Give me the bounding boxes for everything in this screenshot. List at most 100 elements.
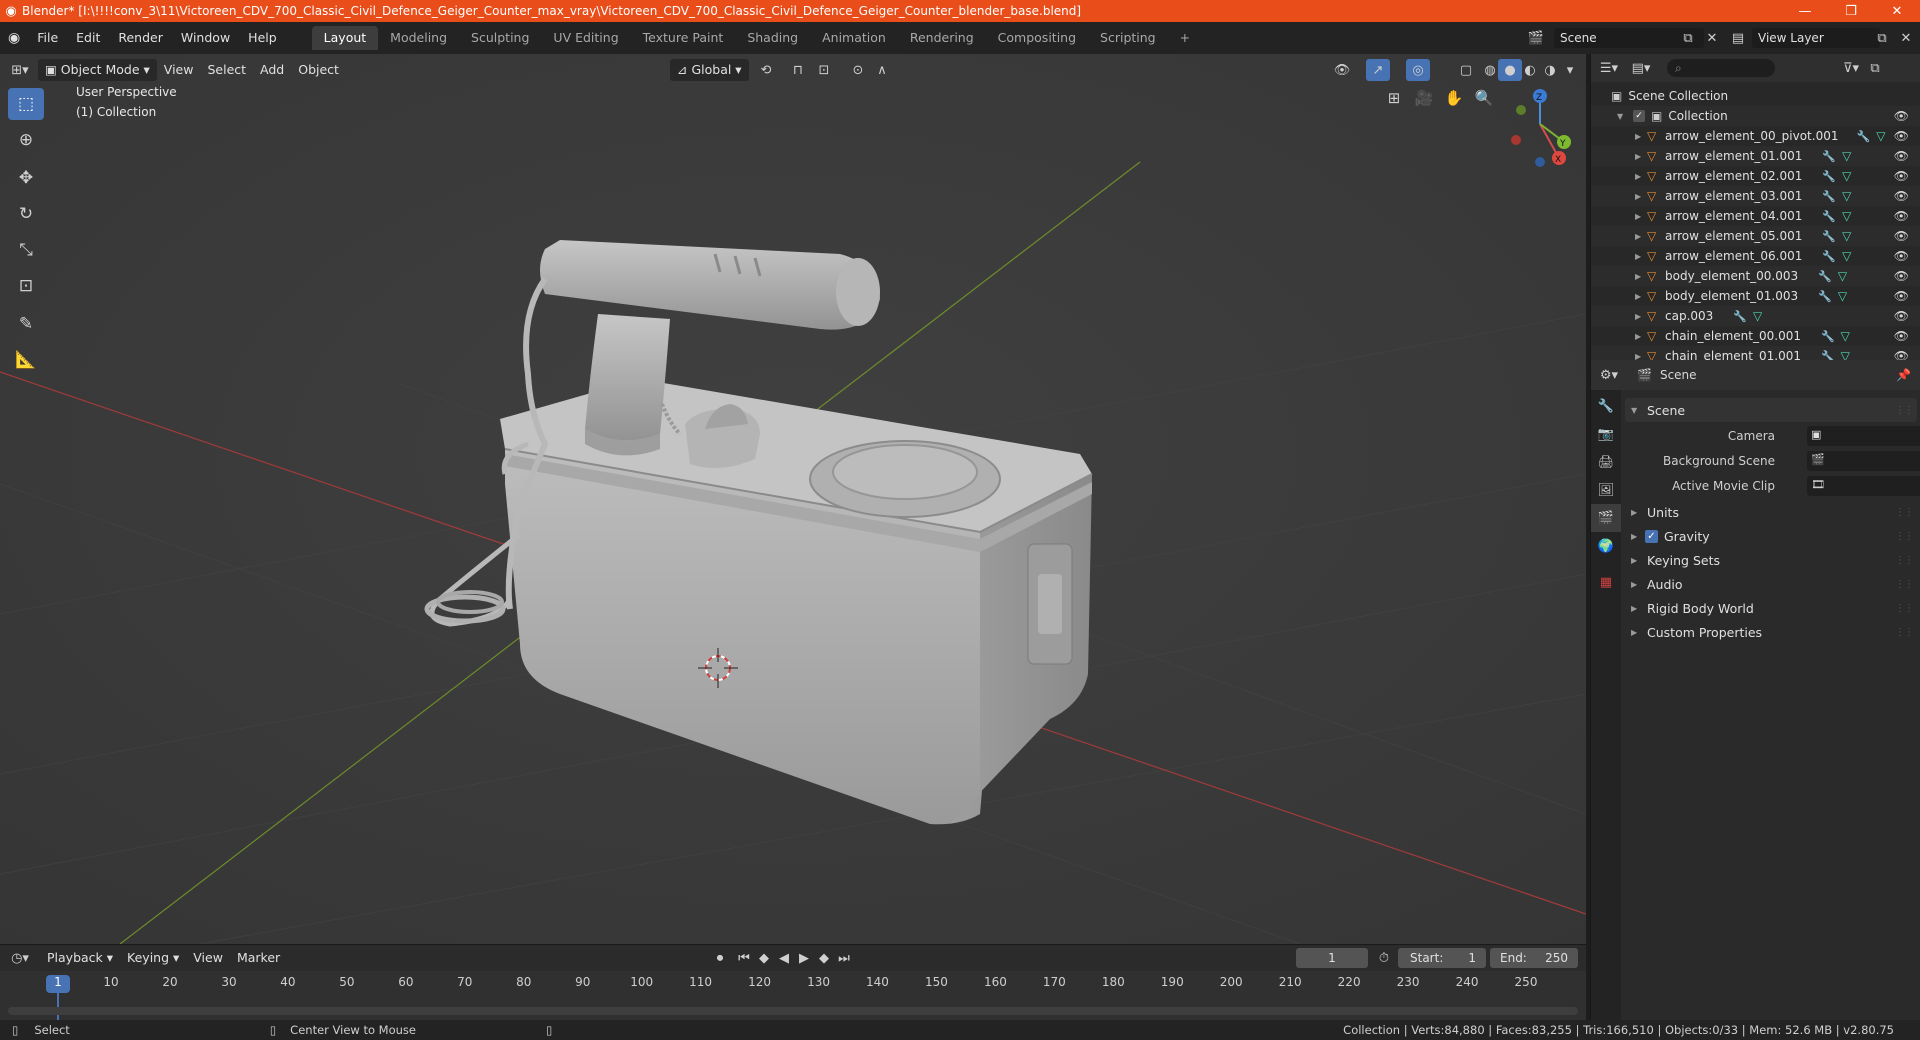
outliner-item[interactable]: ▶ ▽ cap.003 🔧 ▽ 👁: [1591, 306, 1920, 326]
modifier-icon[interactable]: 🔧: [1821, 330, 1835, 343]
annotate-tool-icon[interactable]: ✎: [8, 308, 44, 340]
mode-dropdown[interactable]: ▣ Object Mode ▾: [38, 59, 157, 81]
menu-window[interactable]: Window: [172, 27, 239, 49]
tab-animation[interactable]: Animation: [810, 26, 898, 50]
menu-file[interactable]: File: [28, 27, 67, 49]
camera-field[interactable]: ▣ ✒: [1807, 426, 1920, 446]
move-tool-icon[interactable]: ✥: [8, 162, 44, 194]
shading-options-icon[interactable]: ▾: [1558, 59, 1582, 81]
menu-view[interactable]: View: [157, 59, 201, 81]
expand-icon[interactable]: ▶: [1635, 332, 1647, 341]
xray-toggle-icon[interactable]: ▢: [1454, 59, 1478, 81]
panel-grip-icon[interactable]: ⋮⋮: [1895, 531, 1914, 542]
outliner-panel[interactable]: ☰▾ ▤▾ ⌕ ⊽▾ ⧉ ▣ Scene Collection ▼ ✓ ▣ Co…: [1590, 54, 1920, 366]
gizmo-neg-z-icon[interactable]: [1535, 157, 1545, 167]
visibility-eye-icon[interactable]: 👁: [1894, 149, 1909, 163]
subpanel-keying-sets[interactable]: ▶ Keying Sets ⋮⋮: [1625, 548, 1917, 572]
panel-grip-icon[interactable]: ⋮⋮: [1895, 579, 1914, 590]
expand-icon[interactable]: ▶: [1635, 172, 1647, 181]
active-movie-clip-field[interactable]: 🎞: [1807, 476, 1920, 496]
pivot-point-icon[interactable]: ⟲: [754, 59, 778, 81]
display-mode-icon[interactable]: ▤▾: [1629, 57, 1653, 79]
menu-playback[interactable]: Playback ▾: [40, 947, 120, 969]
delete-view-layer-icon[interactable]: ✕: [1894, 27, 1918, 49]
frame-ruler[interactable]: 1 10 20 30 40 50 60 70 80 90 100 110 120 130 140 150 160…: [0, 971, 1586, 995]
tab-texture-icon[interactable]: ▦: [1591, 568, 1621, 596]
mesh-data-icon[interactable]: ▽: [1841, 329, 1850, 343]
subpanel-rigid-body-world[interactable]: ▶ Rigid Body World ⋮⋮: [1625, 596, 1917, 620]
mesh-data-icon[interactable]: ▽: [1838, 269, 1847, 283]
mesh-data-icon[interactable]: ▽: [1842, 249, 1851, 263]
jump-end-icon[interactable]: ⏭: [832, 947, 856, 969]
outliner-item[interactable]: ▶ ▽ chain_element_00.001 🔧 ▽ 👁: [1591, 326, 1920, 346]
tab-layout[interactable]: Layout: [311, 26, 379, 50]
current-frame-field[interactable]: 1: [1296, 948, 1368, 968]
mesh-data-icon[interactable]: ▽: [1838, 289, 1847, 303]
maximize-icon[interactable]: ❐: [1828, 0, 1874, 22]
menu-help[interactable]: Help: [239, 27, 286, 49]
tab-world-icon[interactable]: 🌍: [1591, 532, 1621, 560]
new-scene-icon[interactable]: ⧉: [1676, 27, 1700, 49]
modifier-icon[interactable]: 🔧: [1822, 190, 1836, 203]
gizmo-toggle-icon[interactable]: ↗: [1366, 59, 1390, 81]
panel-grip-icon[interactable]: ⋮⋮: [1895, 603, 1914, 614]
subpanel-units[interactable]: ▶ Units ⋮⋮: [1625, 500, 1917, 524]
menu-marker[interactable]: Marker: [230, 947, 287, 969]
tab-tool-icon[interactable]: 🔧: [1591, 392, 1621, 420]
record-icon[interactable]: ⏺: [708, 947, 732, 969]
properties-editor-type-icon[interactable]: ⚙▾: [1597, 364, 1621, 386]
camera-view-icon[interactable]: 🎥: [1410, 84, 1438, 112]
blender-menu-icon[interactable]: ◉: [0, 27, 28, 49]
gizmo-neg-x-icon[interactable]: [1511, 135, 1521, 145]
falloff-icon[interactable]: ∧: [870, 59, 894, 81]
delete-scene-icon[interactable]: ✕: [1700, 27, 1724, 49]
tab-render-icon[interactable]: 📷: [1591, 420, 1621, 448]
modifier-icon[interactable]: 🔧: [1822, 250, 1836, 263]
subpanel-audio[interactable]: ▶ Audio ⋮⋮: [1625, 572, 1917, 596]
modifier-icon[interactable]: 🔧: [1856, 130, 1870, 143]
new-collection-icon[interactable]: ⧉: [1863, 57, 1887, 79]
view-layer-field[interactable]: View Layer: [1752, 28, 1880, 48]
expand-icon[interactable]: ▶: [1635, 292, 1647, 301]
visibility-eye-icon[interactable]: 👁: [1894, 209, 1909, 223]
expand-icon[interactable]: ▶: [1635, 152, 1647, 161]
gravity-checkbox[interactable]: ✓: [1645, 529, 1658, 543]
tab-scripting[interactable]: Scripting: [1088, 26, 1168, 50]
tab-compositing[interactable]: Compositing: [986, 26, 1088, 50]
view-layer-icon[interactable]: ▤: [1726, 27, 1750, 49]
visibility-eye-icon[interactable]: 👁: [1894, 169, 1909, 183]
visibility-eye-icon[interactable]: 👁: [1894, 309, 1909, 323]
modifier-icon[interactable]: 🔧: [1818, 290, 1832, 303]
menu-timeline-view[interactable]: View: [186, 947, 230, 969]
minimize-icon[interactable]: —: [1782, 0, 1828, 22]
rotate-tool-icon[interactable]: ↻: [8, 198, 44, 230]
timeline-editor[interactable]: ◷▾ Playback ▾ Keying ▾ View Marker ⏺ ⏮ ◆…: [0, 944, 1586, 1021]
tab-texture-paint[interactable]: Texture Paint: [631, 26, 736, 50]
outliner-item[interactable]: ▶ ▽ arrow_element_02.001 🔧 ▽ 👁: [1591, 166, 1920, 186]
select-box-tool-icon[interactable]: ⬚: [8, 88, 44, 120]
timeline-editor-type-icon[interactable]: ◷▾: [8, 947, 32, 969]
outliner-item[interactable]: ▶ ▽ arrow_element_01.001 🔧 ▽ 👁: [1591, 146, 1920, 166]
menu-edit[interactable]: Edit: [67, 27, 109, 49]
background-scene-field[interactable]: 🎬: [1807, 451, 1920, 471]
expand-icon[interactable]: ▶: [1635, 312, 1647, 321]
scale-tool-icon[interactable]: ⤡: [8, 234, 44, 266]
outliner-item[interactable]: ▶ ▽ arrow_element_05.001 🔧 ▽ 👁: [1591, 226, 1920, 246]
subpanel-custom-properties[interactable]: ▶ Custom Properties ⋮⋮: [1625, 620, 1917, 644]
expand-icon[interactable]: ▶: [1635, 192, 1647, 201]
modifier-icon[interactable]: 🔧: [1822, 170, 1836, 183]
start-frame-field[interactable]: Start: 1: [1398, 948, 1486, 968]
visibility-eye-icon[interactable]: 👁: [1894, 229, 1909, 243]
cursor-tool-icon[interactable]: ⊕: [8, 124, 44, 156]
outliner-item[interactable]: ▶ ▽ arrow_element_06.001 🔧 ▽ 👁: [1591, 246, 1920, 266]
panel-grip-icon[interactable]: ⋮⋮: [1895, 507, 1914, 518]
tab-output-icon[interactable]: 🖨: [1591, 448, 1621, 476]
tab-scene-icon[interactable]: 🎬: [1591, 504, 1621, 532]
mesh-data-icon[interactable]: ▽: [1842, 189, 1851, 203]
expand-icon[interactable]: ▶: [1635, 132, 1647, 141]
visibility-eye-icon[interactable]: 👁: [1894, 189, 1909, 203]
tab-modeling[interactable]: Modeling: [378, 26, 459, 50]
properties-panel[interactable]: ⚙▾ 🎬 Scene 📌 🔧 📷 🖨 🖼 🎬 🌍 ▦ ▼ Scene ⋮⋮ Ca…: [1590, 360, 1920, 1020]
outliner-item[interactable]: ▶ ▽ body_element_00.003 🔧 ▽ 👁: [1591, 266, 1920, 286]
collection-visibility-icon[interactable]: 👁: [1894, 109, 1909, 123]
